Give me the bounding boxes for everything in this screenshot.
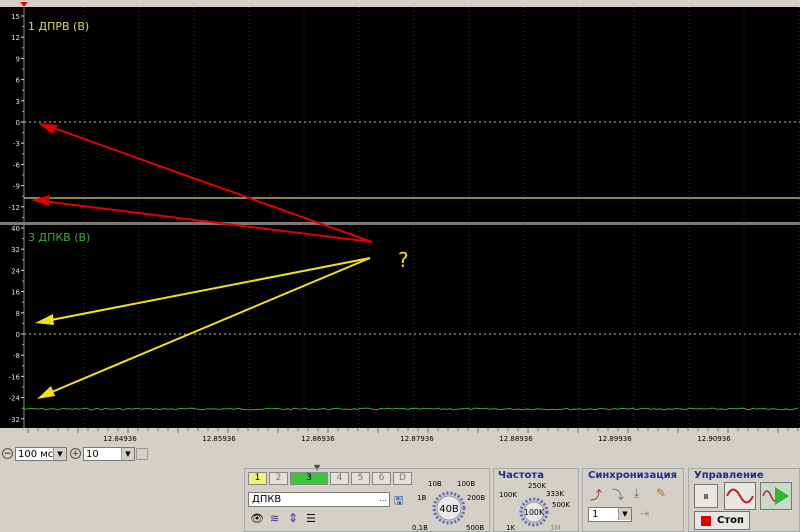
voltage-label: 1В	[417, 494, 426, 502]
y-axis-panel	[0, 7, 24, 428]
y-tick-label: -3	[13, 140, 20, 148]
channel-name-value: ДПКВ	[252, 494, 282, 505]
lines-icon[interactable]: ☰	[306, 512, 316, 525]
channel-button-2[interactable]: 2	[269, 472, 288, 485]
run-button[interactable]	[760, 482, 792, 510]
y-tick-label: 0	[16, 119, 20, 127]
frequency-knob-value: 100K	[524, 508, 545, 517]
falling-edge-icon[interactable]: ⤵	[612, 486, 624, 503]
zoom-out-icon[interactable]: −	[2, 448, 13, 459]
y-tick-label: -12	[9, 204, 20, 212]
frequency-label: 1M	[550, 524, 561, 532]
x-tick-label: 12.87936	[400, 435, 434, 443]
double-arrow-icon[interactable]: ⇥	[640, 507, 649, 520]
voltage-label: 500В	[466, 524, 484, 532]
wave-icon[interactable]: ≋	[270, 512, 279, 525]
dots-icon[interactable]: …	[377, 493, 389, 505]
x-tick-label: 12.88936	[499, 435, 533, 443]
timebase-value: 100 мс	[18, 449, 54, 460]
sync-title: Синхронизация	[588, 470, 678, 481]
stop-label: Стоп	[717, 515, 744, 526]
channel-button-1[interactable]: 1	[248, 472, 267, 485]
voltage-label: 200В	[467, 494, 485, 502]
stop-icon	[701, 516, 711, 526]
single-sweep-button[interactable]	[724, 482, 756, 510]
count-value: 10	[86, 449, 99, 460]
eye-icon[interactable]: 👁	[250, 512, 264, 525]
y-tick-label: 15	[11, 13, 20, 21]
frequency-label: 100K	[499, 491, 517, 499]
question-mark-annotation: ?	[398, 248, 409, 272]
y-tick-label: 8	[16, 310, 20, 318]
control-title: Управление	[694, 470, 764, 481]
voltage-label: 0,1В	[412, 524, 428, 532]
channel-button-4[interactable]: 4	[330, 472, 349, 485]
top-ruler	[0, 0, 800, 7]
count-select[interactable]: 10 ▼	[83, 447, 135, 461]
y-tick-label: 9	[16, 55, 20, 63]
x-tick-label: 12.90936	[697, 435, 731, 443]
sync-cursor-icon[interactable]: ✎	[656, 486, 666, 500]
chevron-down-icon[interactable]: ▼	[618, 508, 631, 520]
sine-wave-icon	[726, 488, 754, 504]
pause-icon: ⏸	[702, 489, 709, 503]
y-tick-label: -6	[13, 161, 21, 169]
y-tick-label: 3	[16, 98, 20, 106]
channel-button-D[interactable]: D	[393, 472, 412, 485]
timebase-row: − 100 мс ▼ + 10 ▼	[2, 447, 152, 461]
timebase-select[interactable]: 100 мс ▼	[15, 447, 67, 461]
channel-1-label: 1 ДПРВ (В)	[28, 20, 89, 33]
channel-tools: 👁 ≋ ⇕ ☰	[250, 511, 324, 528]
channel-button-6[interactable]: 6	[372, 472, 391, 485]
y-tick-label: 32	[11, 246, 20, 254]
y-tick-label: -16	[9, 373, 21, 381]
save-channel-icon[interactable]: 🖫	[394, 492, 408, 507]
scroll-corner	[136, 448, 148, 460]
x-tick-label: 12.85936	[202, 435, 236, 443]
y-tick-label: 16	[11, 289, 20, 297]
frequency-label: 333K	[546, 490, 564, 498]
x-tick-label: 12.86936	[301, 435, 335, 443]
rising-edge-icon[interactable]: ⤴	[590, 486, 602, 503]
y-tick-label: 40	[11, 225, 20, 233]
zoom-in-icon[interactable]: +	[70, 448, 81, 459]
oscilloscope-display[interactable]: 15129630-3-6-9-12 4032241680-8-16-24-32 …	[0, 0, 800, 446]
chevron-down-icon[interactable]: ▼	[53, 448, 66, 460]
voltage-knob-value: 40В	[439, 504, 459, 515]
y-tick-label: 24	[11, 267, 20, 275]
y-tick-label: 6	[16, 77, 21, 85]
channel-button-5[interactable]: 5	[351, 472, 370, 485]
frequency-knob[interactable]: 100K 250K 333K 100K 500K 1K 1M	[494, 480, 578, 532]
y-tick-label: -8	[13, 352, 20, 360]
stop-button[interactable]: Стоп	[694, 511, 750, 530]
frequency-label: 250K	[528, 482, 546, 490]
chevron-down-icon[interactable]: ▼	[121, 448, 134, 460]
channel-button-3[interactable]: 3	[290, 472, 328, 485]
channel-name-field[interactable]: ДПКВ …	[248, 492, 390, 507]
y-tick-label: -9	[13, 183, 20, 191]
voltage-knob[interactable]: 40В 10В 100В 1В 200В 0,1В 500В	[412, 472, 490, 532]
channel-divider[interactable]	[0, 222, 800, 225]
y-tick-label: -24	[9, 395, 21, 403]
sync-mode-buttons: ⤴ ⤵ ⤓ ✎	[590, 486, 680, 502]
y-tick-label: -32	[9, 416, 20, 424]
frequency-label: 1K	[506, 524, 515, 532]
y-tick-label: 12	[11, 34, 20, 42]
voltage-label: 100В	[457, 480, 475, 488]
frequency-label: 500K	[552, 501, 570, 509]
pause-button[interactable]: ⏸	[694, 484, 718, 508]
sync-channel-select[interactable]: 1 ▼	[588, 507, 632, 522]
channel-3-label: 3 ДПКВ (В)	[28, 231, 90, 244]
voltage-label: 10В	[428, 480, 442, 488]
x-tick-label: 12.84936	[103, 435, 137, 443]
run-wave-icon	[762, 487, 789, 505]
auto-sync-icon[interactable]: ⤓	[634, 486, 639, 501]
x-tick-label: 12.89936	[598, 435, 632, 443]
sync-channel-value: 1	[592, 509, 599, 520]
vertical-move-icon[interactable]: ⇕	[288, 511, 298, 525]
y-tick-label: 0	[16, 331, 20, 339]
